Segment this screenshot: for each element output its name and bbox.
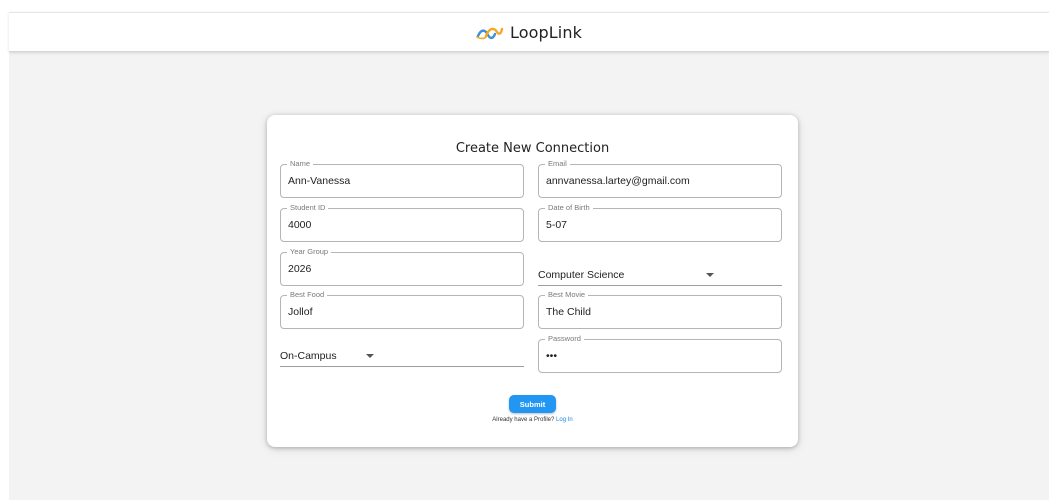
date-of-birth-label: Date of Birth (545, 203, 593, 213)
major-select[interactable]: Computer Science (538, 260, 782, 286)
name-field[interactable]: Name Ann-Vanessa (280, 159, 524, 198)
residence-select[interactable]: On-Campus (280, 341, 524, 367)
best-movie-field[interactable]: Best Movie The Child (538, 290, 782, 329)
best-movie-value: The Child (546, 306, 591, 318)
page-background: LoopLink Create New Connection Name Ann-… (9, 12, 1049, 500)
login-link[interactable]: Log In (556, 417, 573, 423)
brand[interactable]: LoopLink (476, 23, 582, 42)
name-label: Name (287, 159, 314, 169)
year-group-label: Year Group (287, 247, 332, 257)
email-field[interactable]: Email annvanessa.lartey@gmail.com (538, 159, 782, 198)
email-label: Email (545, 159, 570, 169)
major-value: Computer Science (538, 269, 625, 281)
email-value: annvanessa.lartey@gmail.com (546, 175, 690, 187)
password-label: Password (545, 334, 584, 344)
date-of-birth-field[interactable]: Date of Birth 5-07 (538, 203, 782, 242)
student-id-value: 4000 (288, 219, 312, 231)
best-food-label: Best Food (287, 290, 328, 300)
student-id-label: Student ID (287, 203, 329, 213)
password-value: ••• (546, 350, 558, 362)
best-food-value: Jollof (288, 306, 313, 318)
year-group-field[interactable]: Year Group 2026 (280, 247, 524, 286)
password-field[interactable]: Password ••• (538, 334, 782, 373)
chevron-down-icon (366, 354, 374, 358)
looplink-logo-icon (476, 27, 504, 40)
best-movie-label: Best Movie (545, 290, 589, 300)
student-id-field[interactable]: Student ID 4000 (280, 203, 524, 242)
residence-value: On-Campus (280, 350, 337, 362)
create-connection-card: Create New Connection Name Ann-Vanessa E… (267, 115, 798, 447)
brand-name: LoopLink (510, 22, 582, 42)
login-prompt-line: Already have a Profile? Log In (267, 417, 798, 423)
date-of-birth-value: 5-07 (546, 219, 568, 231)
chevron-down-icon (706, 273, 714, 277)
submit-button[interactable]: Submit (509, 395, 556, 413)
login-prompt-text: Already have a Profile? (492, 417, 555, 423)
form-title: Create New Connection (455, 141, 610, 156)
app-header: LoopLink (9, 12, 1049, 52)
best-food-field[interactable]: Best Food Jollof (280, 290, 524, 329)
year-group-value: 2026 (288, 263, 312, 275)
name-value: Ann-Vanessa (288, 175, 351, 187)
